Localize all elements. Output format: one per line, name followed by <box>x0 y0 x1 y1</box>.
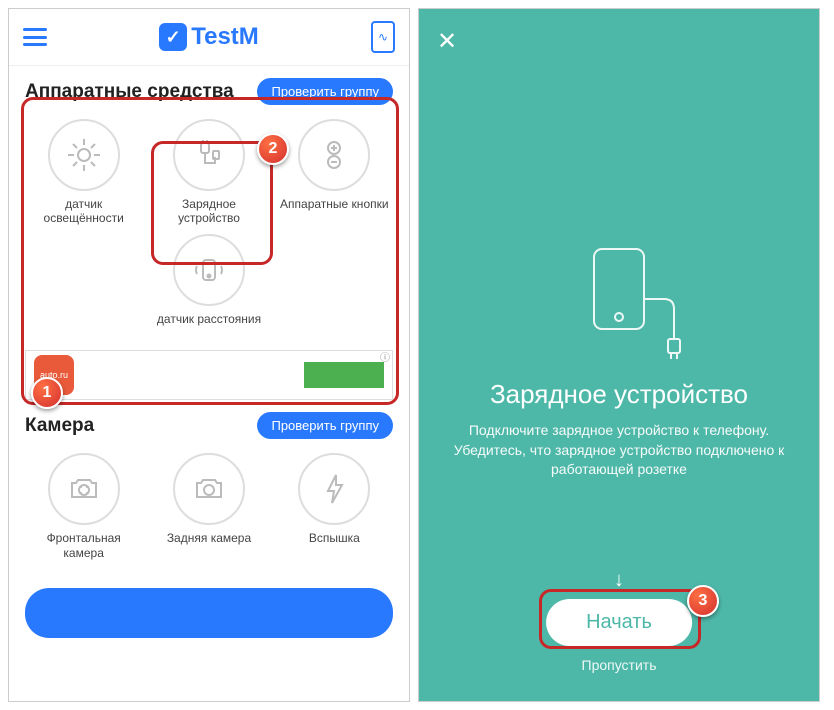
charger-icon <box>191 137 227 173</box>
test-proximity-sensor[interactable]: датчик расстояния <box>154 234 264 326</box>
front-camera-icon <box>66 471 102 507</box>
test-label: Фронтальная камера <box>29 531 139 560</box>
ad-banner[interactable]: auto.ru ⓘ <box>25 350 393 400</box>
arrow-down-icon: ↓ <box>614 569 624 592</box>
app-logo: ✓ TestM <box>159 23 259 51</box>
hardware-section: Аппаратные средства Проверить группу дат… <box>9 66 409 338</box>
header: ✓ TestM ∿ <box>9 9 409 66</box>
callout-2: 2 <box>257 133 289 165</box>
ad-info-icon[interactable]: ⓘ <box>380 349 390 364</box>
start-button[interactable]: Начать <box>546 599 692 646</box>
buttons-icon <box>316 137 352 173</box>
callout-3: 3 <box>687 585 719 617</box>
device-status-icon[interactable]: ∿ <box>371 21 395 53</box>
rear-camera-icon <box>191 471 227 507</box>
charger-illustration-icon <box>554 239 684 364</box>
test-flash[interactable]: Вспышка <box>279 453 389 560</box>
logo-shield-icon: ✓ <box>159 23 187 51</box>
test-label: датчик освещённости <box>29 197 139 226</box>
skip-link[interactable]: Пропустить <box>419 657 819 673</box>
proximity-icon <box>191 252 227 288</box>
test-hardware-buttons[interactable]: Аппаратные кнопки <box>279 119 389 226</box>
instruction-desc: Подключите зарядное устройство к телефон… <box>419 421 819 480</box>
close-icon[interactable]: ✕ <box>437 27 457 56</box>
hardware-title: Аппаратные средства <box>25 81 234 103</box>
callout-1: 1 <box>31 377 63 409</box>
instruction-title: Зарядное устройство <box>419 379 819 410</box>
test-label: Аппаратные кнопки <box>280 197 389 211</box>
camera-section: Камера Проверить группу Фронтальная каме… <box>9 400 409 572</box>
test-label: Зарядное устройство <box>154 197 264 226</box>
check-group-button[interactable]: Проверить группу <box>257 78 393 105</box>
test-light-sensor[interactable]: датчик освещённости <box>29 119 139 226</box>
charger-test-screen: ✕ Зарядное устройство Подключите зарядно… <box>418 8 820 702</box>
app-name: TestM <box>191 23 259 51</box>
test-label: датчик расстояния <box>157 312 261 326</box>
bottom-cta-button[interactable] <box>25 588 393 638</box>
brightness-icon <box>66 137 102 173</box>
test-charger[interactable]: Зарядное устройство <box>154 119 264 226</box>
test-rear-camera[interactable]: Задняя камера <box>154 453 264 560</box>
camera-title: Камера <box>25 415 94 437</box>
ad-cta-button[interactable] <box>304 362 384 388</box>
test-front-camera[interactable]: Фронтальная камера <box>29 453 139 560</box>
main-screen: ✓ TestM ∿ Аппаратные средства Проверить … <box>8 8 410 702</box>
test-label: Вспышка <box>309 531 360 545</box>
menu-icon[interactable] <box>23 28 47 46</box>
flash-icon <box>316 471 352 507</box>
test-label: Задняя камера <box>167 531 251 545</box>
check-group-button[interactable]: Проверить группу <box>257 412 393 439</box>
